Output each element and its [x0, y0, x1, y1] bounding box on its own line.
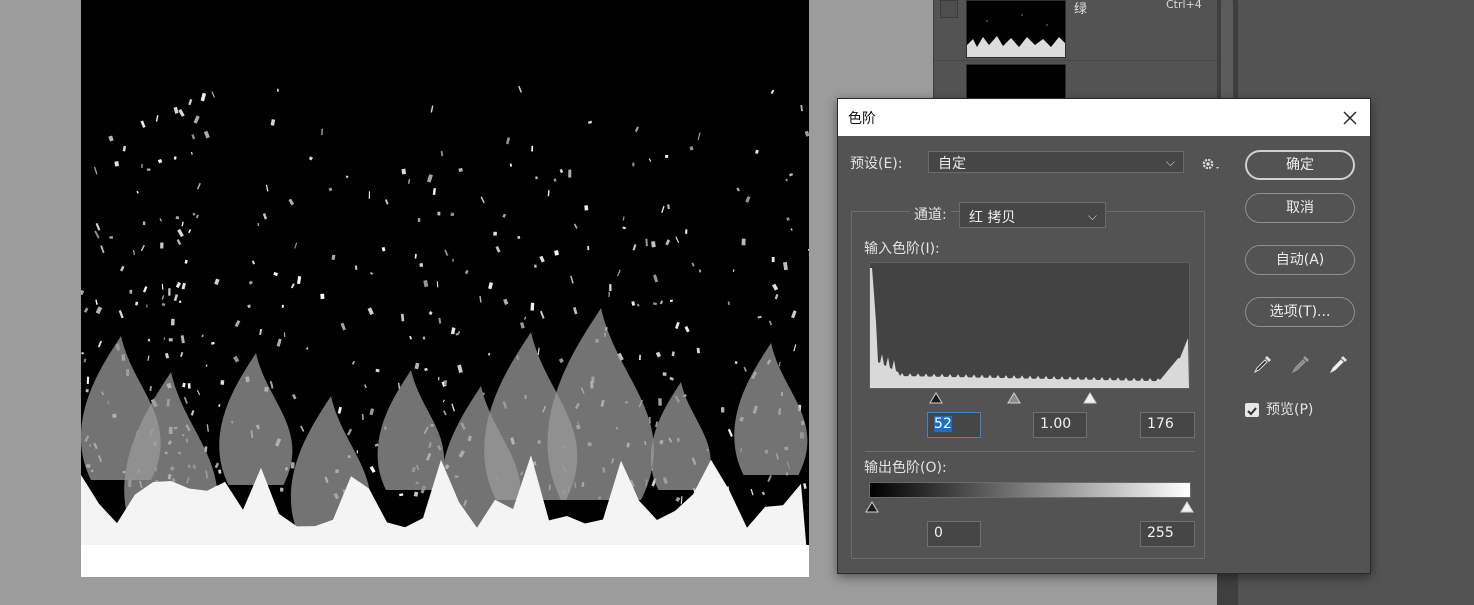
input-gamma-field[interactable]: 1.00 — [1033, 412, 1087, 438]
output-gradient-bar — [869, 482, 1191, 498]
chevron-down-icon: ⌵ — [1165, 155, 1175, 169]
output-white-value: 255 — [1147, 525, 1174, 541]
thumbnail-fire-icon — [967, 14, 1065, 57]
input-gamma-slider[interactable] — [1007, 392, 1021, 404]
document-canvas[interactable] — [81, 0, 809, 577]
channel-shortcut: Ctrl+4 — [1166, 0, 1202, 11]
gear-icon[interactable] — [1200, 155, 1222, 173]
preview-checkbox[interactable] — [1245, 403, 1259, 417]
options-button[interactable]: 选项(T)... — [1245, 297, 1355, 327]
ok-button[interactable]: 确定 — [1245, 150, 1355, 180]
auto-button[interactable]: 自动(A) — [1245, 245, 1355, 275]
input-levels-label: 输入色阶(I): — [864, 241, 940, 257]
dialog-titlebar[interactable]: 色阶 — [838, 99, 1370, 136]
preset-label: 预设(E): — [850, 156, 903, 172]
visibility-toggle[interactable] — [940, 0, 958, 18]
output-black-value: 0 — [934, 525, 943, 541]
dialog-title: 色阶 — [848, 111, 876, 127]
input-black-value: 52 — [934, 416, 952, 432]
chevron-down-icon: ⌵ — [1087, 209, 1097, 223]
checkmark-icon — [1247, 407, 1257, 416]
preset-select[interactable]: 自定 ⌵ — [928, 151, 1184, 173]
channels-panel: 绿 Ctrl+4 — [933, 0, 1218, 122]
fire-image — [81, 85, 809, 577]
output-levels-label: 输出色阶(O): — [864, 460, 947, 476]
input-black-field[interactable]: 52 — [927, 412, 981, 438]
channel-name: 绿 — [1074, 2, 1088, 17]
output-black-slider[interactable] — [865, 501, 879, 513]
channel-label: 通道: — [910, 204, 951, 224]
output-white-field[interactable]: 255 — [1140, 521, 1195, 547]
output-white-slider[interactable] — [1180, 501, 1194, 513]
input-white-slider[interactable] — [1083, 392, 1097, 404]
histogram-graph — [870, 268, 1189, 388]
cancel-button[interactable]: 取消 — [1245, 193, 1355, 223]
gray-point-eyedropper-icon[interactable] — [1290, 353, 1312, 375]
preset-value: 自定 — [938, 156, 966, 172]
output-black-field[interactable]: 0 — [927, 521, 981, 547]
input-gamma-value: 1.00 — [1040, 416, 1072, 432]
channel-select[interactable]: 红 拷贝 ⌵ — [959, 202, 1106, 228]
channel-value: 红 拷贝 — [969, 210, 1016, 226]
levels-dialog: 色阶 预设(E): 自定 ⌵ 通道: 红 拷贝 ⌵ 输入色阶(I): 52 1.… — [837, 98, 1371, 574]
channel-thumbnail — [966, 0, 1066, 58]
black-point-eyedropper-icon[interactable] — [1252, 353, 1274, 375]
close-icon[interactable] — [1340, 108, 1360, 128]
white-point-eyedropper-icon[interactable] — [1328, 353, 1350, 375]
input-white-field[interactable]: 176 — [1140, 412, 1195, 438]
preview-label: 预览(P) — [1266, 402, 1314, 418]
histogram — [869, 262, 1190, 389]
input-black-slider[interactable] — [929, 392, 943, 404]
input-white-value: 176 — [1147, 416, 1174, 432]
divider — [865, 451, 1195, 452]
channel-row-green[interactable]: 绿 Ctrl+4 — [934, 0, 1218, 61]
